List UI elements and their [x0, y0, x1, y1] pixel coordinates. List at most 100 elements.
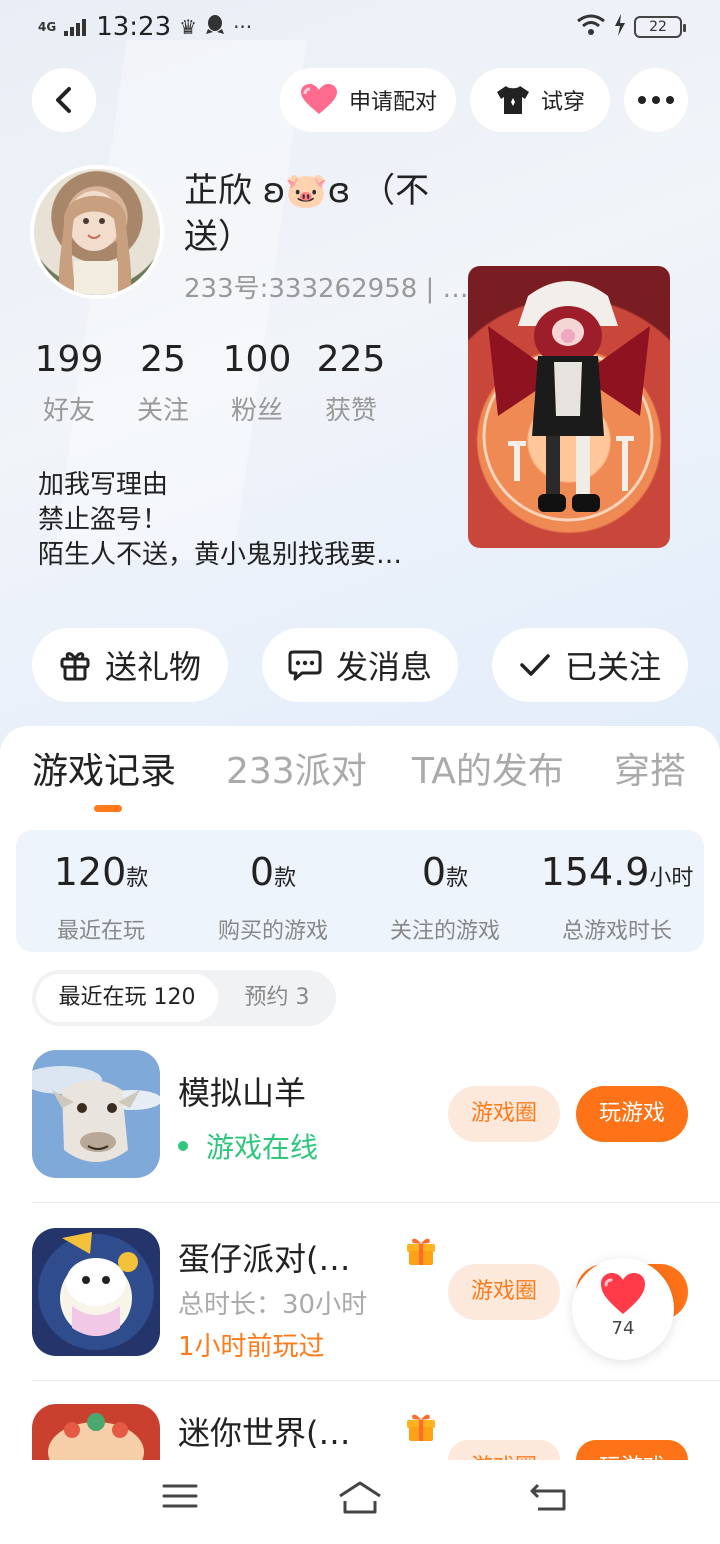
game-stat-unit: 款 [446, 866, 469, 891]
apply-pair-button[interactable]: 申请配对 [280, 68, 456, 132]
status-bar: 4G 13:23 ♛ ··· 22 [0, 0, 720, 56]
game-stat-recent[interactable]: 120款 最近在玩 [16, 850, 186, 945]
game-icon-goat[interactable] [32, 1050, 160, 1178]
heart-filled-icon [601, 1273, 645, 1314]
send-message-button[interactable]: 发消息 [262, 628, 458, 702]
stat-label: 好友 [42, 396, 95, 426]
game-name: 蛋仔派对(… [178, 1240, 351, 1278]
segment-reserve[interactable]: 预约 3 [222, 974, 332, 1022]
avatar[interactable] [30, 165, 164, 299]
nickname: 芷欣 ʚ🐷ɞ （不送） [184, 171, 430, 257]
avatar-character-image[interactable] [468, 266, 670, 548]
play-game-button[interactable]: 玩游戏 [576, 1086, 688, 1142]
back-nav-icon[interactable] [530, 1482, 568, 1512]
game-stat-value: 0 [249, 850, 275, 894]
row-divider [32, 1202, 720, 1203]
game-stat-playtime[interactable]: 154.9小时 总游戏时长 [532, 850, 702, 945]
tab-ta-posts[interactable]: TA的发布 [412, 748, 564, 796]
tab-outfits[interactable]: 穿搭 [614, 748, 686, 796]
game-stat-unit: 款 [126, 866, 149, 891]
gift-outline-icon [60, 652, 90, 681]
tab-indicator [94, 805, 122, 812]
tab-233-party[interactable]: 233派对 [226, 748, 367, 796]
send-message-label: 发消息 [335, 648, 432, 686]
game-stats-panel: 120款 最近在玩 0款 购买的游戏 0款 关注的游戏 154.9小时 总游戏时… [16, 830, 704, 952]
game-stat-followed[interactable]: 0款 关注的游戏 [360, 850, 530, 945]
apply-pair-label: 申请配对 [348, 90, 437, 115]
checkmark-icon [520, 654, 550, 676]
row-divider [32, 1380, 720, 1381]
game-last-played: 1小时前玩过 [178, 1332, 325, 1362]
qq-icon [205, 14, 225, 41]
game-stat-value: 120 [53, 850, 127, 894]
more-options-button[interactable] [624, 68, 688, 132]
game-stat-value: 0 [421, 850, 447, 894]
more-notifications-icon: ··· [233, 15, 253, 39]
followed-button[interactable]: 已关注 [492, 628, 688, 702]
send-gift-label: 送礼物 [104, 648, 201, 686]
stat-label: 粉丝 [230, 396, 283, 426]
user-id[interactable]: 233号:333262958 | … [184, 268, 469, 305]
game-stat-unit: 款 [274, 866, 297, 891]
followed-label: 已关注 [564, 648, 661, 686]
bio-line: 陌生人不送，黄小鬼别找我要… [38, 540, 403, 570]
stat-value: 199 [34, 339, 104, 380]
try-on-label: 试穿 [540, 90, 585, 115]
charging-icon [614, 14, 626, 40]
clock: 13:23 [96, 12, 172, 42]
gift-icon[interactable] [404, 1410, 438, 1442]
game-name: 模拟山羊 [178, 1074, 307, 1112]
game-name: 迷你世界(… [178, 1414, 351, 1452]
game-circle-button[interactable]: 游戏圈 [448, 1440, 560, 1460]
stat-likes[interactable]: 225 获赞 [312, 338, 390, 427]
play-game-button[interactable]: 玩游戏 [576, 1440, 688, 1460]
stat-label: 关注 [136, 396, 189, 426]
stat-friends[interactable]: 199 好友 [30, 338, 108, 427]
stat-value: 25 [140, 339, 186, 380]
system-nav-bar [0, 1460, 720, 1544]
tab-game-records[interactable]: 游戏记录 [32, 748, 176, 796]
game-circle-button[interactable]: 游戏圈 [448, 1264, 560, 1320]
chat-bubble-icon [288, 650, 322, 681]
game-stat-label: 购买的游戏 [217, 919, 328, 944]
wifi-icon [576, 14, 606, 40]
bio: 加我写理由 禁止盗号！ 陌生人不送，黄小鬼别找我要… [38, 468, 402, 573]
game-stat-label: 关注的游戏 [389, 919, 500, 944]
network-type: 4G [38, 20, 57, 34]
heart-icon [300, 84, 337, 114]
menu-icon[interactable] [162, 1482, 198, 1510]
game-stat-purchased[interactable]: 0款 购买的游戏 [188, 850, 358, 945]
home-icon[interactable] [336, 1480, 384, 1514]
online-dot-icon [178, 1141, 188, 1151]
profile-tabs: 游戏记录 233派对 TA的发布 穿搭 [0, 748, 720, 808]
game-icon-eggy-party[interactable] [32, 1228, 160, 1356]
game-stat-label: 总游戏时长 [561, 919, 672, 944]
game-stat-value: 154.9 [540, 850, 650, 894]
tshirt-icon [496, 86, 529, 114]
game-online-status: 游戏在线 [178, 1126, 318, 1166]
back-button[interactable] [32, 68, 96, 132]
game-list-segment: 最近在玩 120 预约 3 [32, 970, 336, 1026]
like-float-button[interactable]: 74 [572, 1258, 674, 1360]
bio-line: 禁止盗号！ [38, 505, 169, 535]
bio-line: 加我写理由 [38, 470, 169, 500]
battery-icon: 22 [634, 16, 686, 38]
stat-value: 225 [316, 339, 386, 380]
gift-icon[interactable] [404, 1234, 438, 1266]
signal-icon [64, 18, 87, 36]
stat-label: 获赞 [324, 396, 377, 426]
try-on-button[interactable]: 试穿 [470, 68, 610, 132]
game-stat-label: 最近在玩 [56, 919, 145, 944]
game-icon-mini-world[interactable] [32, 1404, 160, 1460]
segment-recent[interactable]: 最近在玩 120 [36, 974, 218, 1022]
stat-following[interactable]: 25 关注 [124, 338, 202, 427]
game-stat-unit: 小时 [649, 866, 694, 891]
game-circle-button[interactable]: 游戏圈 [448, 1086, 560, 1142]
stat-fans[interactable]: 100 粉丝 [218, 338, 296, 427]
more-horizontal-icon [638, 96, 674, 104]
stat-value: 100 [222, 339, 292, 380]
send-gift-button[interactable]: 送礼物 [32, 628, 228, 702]
like-count: 74 [611, 1318, 635, 1339]
chevron-left-icon [56, 87, 71, 113]
crown-icon: ♛ [179, 15, 198, 39]
